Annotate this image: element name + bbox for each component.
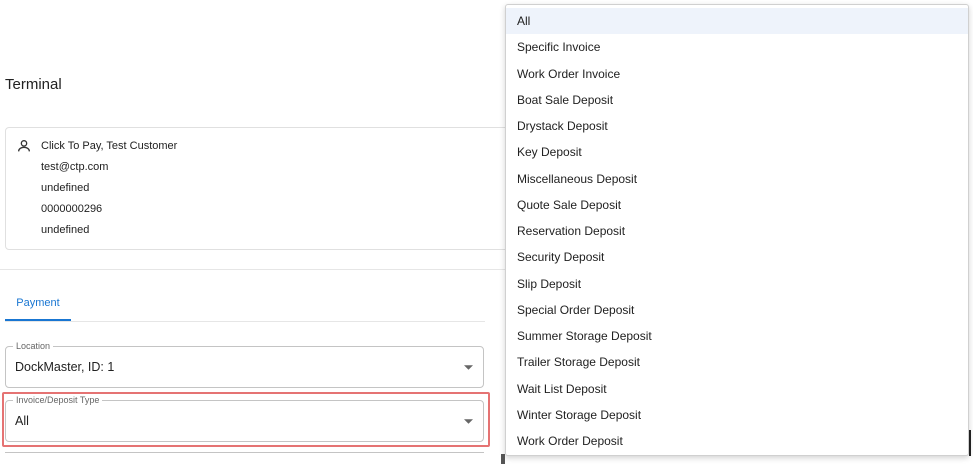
dropdown-option[interactable]: Summer Storage Deposit <box>506 323 968 349</box>
invoice-deposit-type-label: Invoice/Deposit Type <box>13 395 103 406</box>
customer-card: Click To Pay, Test Customer test@ctp.com… <box>5 127 525 250</box>
dropdown-option[interactable]: Specific Invoice <box>506 34 968 60</box>
dropdown-option[interactable]: Miscellaneous Deposit <box>506 166 968 192</box>
dropdown-option[interactable]: Quote Sale Deposit <box>506 192 968 218</box>
person-icon <box>18 140 30 152</box>
dropdown-option[interactable]: Winter Storage Deposit <box>506 402 968 428</box>
dropdown-option[interactable]: Work Order Invoice <box>506 61 968 87</box>
invoice-deposit-type-dropdown: All Specific Invoice Work Order Invoice Boa… <box>505 4 969 456</box>
page-title: Terminal <box>5 76 62 93</box>
dropdown-option[interactable]: Reservation Deposit <box>506 218 968 244</box>
dropdown-option[interactable]: Work Order Deposit <box>506 428 968 454</box>
location-label: Location <box>13 341 54 352</box>
dropdown-option[interactable]: All <box>506 8 968 35</box>
invoice-deposit-type-select[interactable]: Invoice/Deposit Type All <box>5 395 484 442</box>
chevron-down-icon <box>464 365 473 370</box>
next-field-edge <box>5 452 484 453</box>
customer-name: Click To Pay, Test Customer <box>41 140 178 152</box>
dropdown-option[interactable]: Slip Deposit <box>506 271 968 297</box>
location-select[interactable]: Location DockMaster, ID: 1 <box>5 341 484 388</box>
dropdown-options: All Specific Invoice Work Order Invoice Boa… <box>506 5 968 454</box>
dropdown-option[interactable]: Trailer Storage Deposit <box>506 349 968 375</box>
dropdown-option[interactable]: Drystack Deposit <box>506 113 968 139</box>
location-value: DockMaster, ID: 1 <box>15 360 115 374</box>
scrollbar-edge <box>501 454 505 464</box>
tab-underline <box>5 321 485 322</box>
customer-phone: undefined <box>41 224 90 236</box>
dropdown-option[interactable]: Special Order Deposit <box>506 297 968 323</box>
customer-account-number: 0000000296 <box>41 203 103 215</box>
dropdown-option[interactable]: Wait List Deposit <box>506 376 968 402</box>
customer-email: test@ctp.com <box>41 161 109 173</box>
customer-address: undefined <box>41 182 90 194</box>
scrollbar[interactable] <box>969 430 971 456</box>
tab-payment[interactable]: Payment <box>5 288 71 321</box>
dropdown-option[interactable]: Key Deposit <box>506 139 968 165</box>
dropdown-option[interactable]: Security Deposit <box>506 244 968 270</box>
invoice-deposit-type-value: All <box>15 414 29 428</box>
dropdown-option[interactable]: Boat Sale Deposit <box>506 87 968 113</box>
chevron-down-icon <box>464 419 473 424</box>
section-divider <box>0 269 505 270</box>
